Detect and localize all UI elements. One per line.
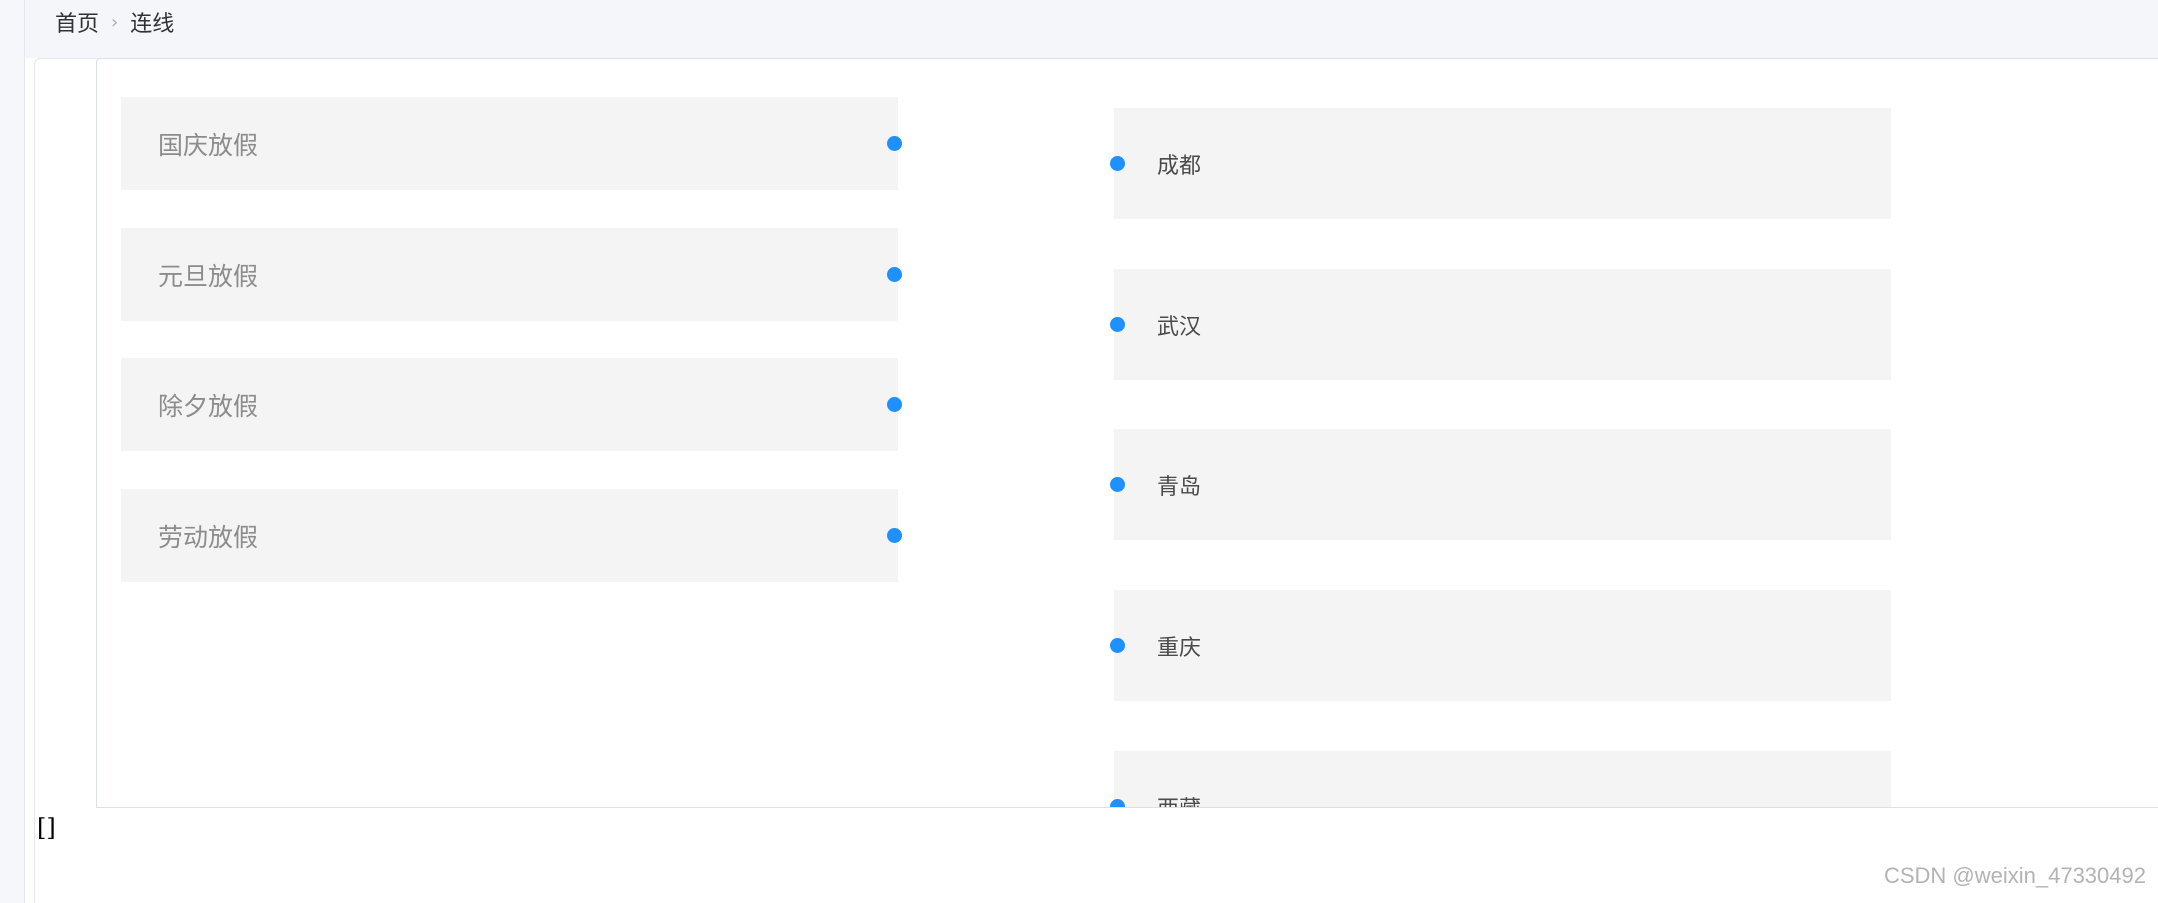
- left-item[interactable]: 劳动放假: [121, 489, 902, 582]
- right-item[interactable]: 西藏: [1110, 751, 1891, 808]
- left-item-label: 国庆放假: [158, 130, 259, 160]
- connector-dot[interactable]: [1110, 317, 1125, 332]
- connector-dot[interactable]: [887, 136, 902, 151]
- breadcrumb-home[interactable]: 首页: [55, 6, 99, 38]
- right-item-label: 青岛: [1157, 474, 1202, 500]
- connector-dot[interactable]: [887, 397, 902, 412]
- right-item-label: 西藏: [1157, 751, 1201, 808]
- right-item-label: 重庆: [1157, 635, 1202, 661]
- left-item[interactable]: 除夕放假: [121, 358, 902, 451]
- connector-dot[interactable]: [887, 528, 902, 543]
- left-sidebar-strip: [0, 0, 25, 903]
- right-item[interactable]: 成都: [1110, 108, 1891, 219]
- left-item-label: 除夕放假: [158, 391, 259, 421]
- connect-panel: 国庆放假 元旦放假 除夕放假 劳动放假 成都 武汉 青岛 重庆 西藏: [96, 58, 2158, 808]
- chevron-right-icon: ›: [111, 11, 119, 33]
- left-item[interactable]: 元旦放假: [121, 228, 902, 321]
- connector-dot[interactable]: [1110, 156, 1125, 171]
- right-item[interactable]: 武汉: [1110, 269, 1891, 380]
- right-item-label: 成都: [1157, 153, 1202, 179]
- breadcrumb-current: 连线: [130, 12, 175, 37]
- breadcrumb: 首页 › 连线: [55, 6, 175, 38]
- connector-dot[interactable]: [1110, 799, 1125, 807]
- left-item-label: 劳动放假: [158, 522, 259, 552]
- right-item[interactable]: 重庆: [1110, 590, 1891, 701]
- watermark: CSDN @weixin_47330492: [1883, 863, 2146, 888]
- top-bar: 首页 › 连线: [25, 0, 2158, 58]
- connector-dot[interactable]: [1110, 477, 1125, 492]
- connector-dot[interactable]: [887, 267, 902, 282]
- output-text: []: [37, 814, 56, 842]
- right-item[interactable]: 青岛: [1110, 429, 1891, 540]
- connector-dot[interactable]: [1110, 638, 1125, 653]
- right-item-label: 武汉: [1157, 314, 1202, 340]
- left-item[interactable]: 国庆放假: [121, 97, 902, 190]
- left-item-label: 元旦放假: [158, 261, 259, 291]
